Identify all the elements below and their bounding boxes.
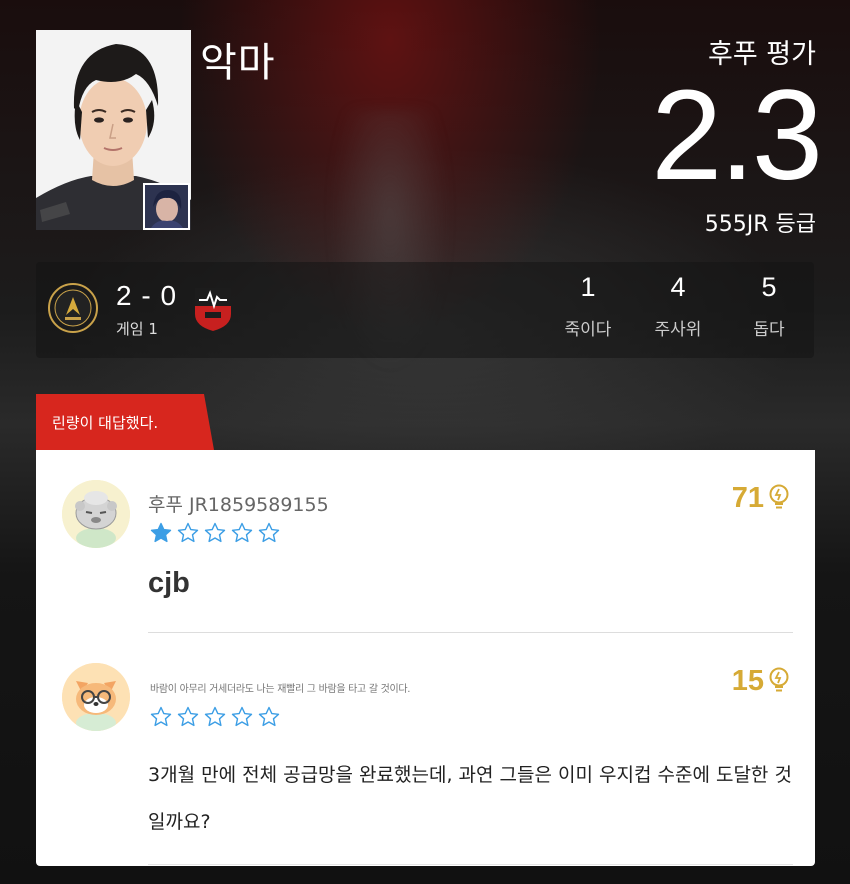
- comment-text: cjb: [148, 567, 190, 599]
- match-score: 2 - 0: [116, 280, 178, 311]
- team-logo-away: [193, 284, 233, 332]
- comment-divider: [148, 632, 793, 633]
- star-icon: [177, 522, 199, 543]
- avatar[interactable]: [62, 480, 130, 548]
- like-count: 71: [731, 482, 764, 514]
- star-icon: [231, 706, 253, 727]
- lightbulb-icon: [768, 667, 790, 697]
- like-button[interactable]: 71: [732, 482, 790, 515]
- game-number: 게임 1: [116, 320, 158, 338]
- reply-tab-label: 린량이 대답했다.: [52, 414, 159, 432]
- star-icon: [258, 706, 280, 727]
- star-icon: [204, 706, 226, 727]
- stat-label: 주사위: [654, 320, 702, 340]
- star-icon: [177, 706, 199, 727]
- stat-label: 죽이다: [564, 320, 612, 340]
- star-rating: [150, 522, 280, 543]
- reply-tab[interactable]: 린량이 대답했다.: [36, 394, 214, 450]
- stat-label: 돕다: [753, 320, 785, 340]
- stat-deaths: 4 주사위: [638, 272, 718, 340]
- stat-value: 5: [761, 272, 777, 302]
- comment-text: 3개월 만에 전체 공급망을 완료했는데, 과연 그들은 이미 우지컵 수준에 …: [148, 764, 792, 833]
- player-name: 악마: [200, 40, 276, 86]
- rating-value: 2.3: [651, 64, 823, 207]
- champion-thumbnail: [143, 183, 190, 230]
- stat-value: 4: [670, 272, 686, 302]
- star-icon: [231, 522, 253, 543]
- lightbulb-icon: [768, 484, 790, 514]
- star-icon: [204, 522, 226, 543]
- avatar[interactable]: [62, 663, 130, 731]
- grade-label: 555JR 등급: [704, 212, 816, 237]
- like-button[interactable]: 15: [732, 665, 790, 698]
- stat-assists: 5 돕다: [729, 272, 809, 340]
- star-icon: [258, 522, 280, 543]
- stat-kills: 1 죽이다: [548, 272, 628, 340]
- team-logo-home: [48, 283, 98, 333]
- comment-username[interactable]: 후푸 JR1859589155: [148, 490, 329, 517]
- comment-motto: 바람이 아무리 거세더라도 나는 재빨리 그 바람을 타고 갈 것이다.: [150, 684, 411, 695]
- star-icon: [150, 522, 172, 543]
- like-count: 15: [731, 665, 764, 697]
- star-icon: [150, 706, 172, 727]
- star-rating: [150, 706, 280, 727]
- comment-divider: [148, 864, 793, 865]
- stat-value: 1: [580, 272, 596, 302]
